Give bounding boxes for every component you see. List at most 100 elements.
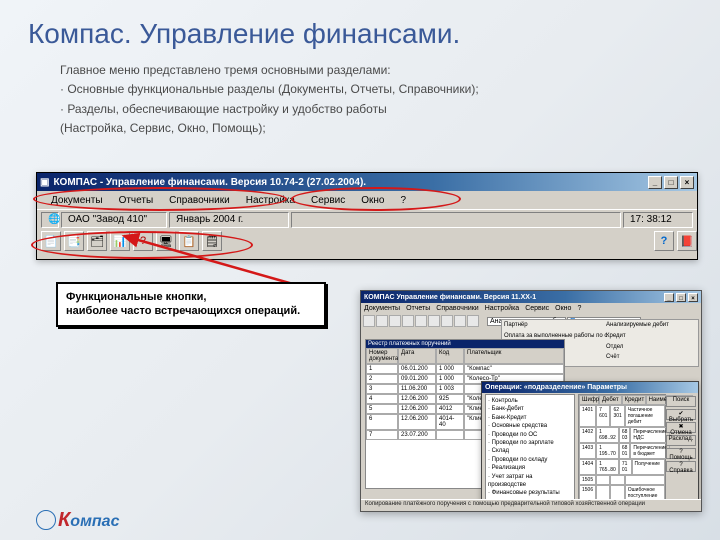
mini-menu-2[interactable]: Справочники (436, 305, 478, 312)
mini-sub-dialog: Операции: «подразделение» Параметры · Ко… (481, 381, 699, 509)
mini-tb-3[interactable] (389, 315, 401, 327)
menu-reports[interactable]: Отчеты (111, 193, 162, 208)
status-time: 17: 38:12 (623, 212, 693, 228)
menu-settings[interactable]: Настройка (238, 193, 303, 208)
lbl-account: Счёт (606, 354, 642, 364)
toolbar-btn-2[interactable]: 📑 (64, 231, 84, 251)
minimize-button[interactable]: _ (648, 176, 662, 189)
app-icon: ▣ (40, 177, 49, 188)
scol-credit[interactable]: Кредит (622, 395, 646, 405)
col-payer[interactable]: Плательщик (464, 348, 564, 364)
col-code[interactable]: Код (436, 348, 464, 364)
lbl-credit: Кредит (606, 333, 642, 343)
mini-tb-2[interactable] (376, 315, 388, 327)
slide-body: Главное меню представлено тремя основным… (0, 50, 720, 138)
main-app-window: ▣ КОМПАС - Управление финансами. Версия … (36, 172, 698, 260)
dialog-button[interactable]: Расклад. (666, 435, 696, 446)
dialog-button[interactable]: ? Помощь (666, 448, 696, 459)
toolbar-btn-6[interactable]: 🖥 (156, 231, 176, 251)
toolbar-help-icon[interactable]: ? (654, 231, 674, 251)
dialog-button[interactable]: ✖ Отмена (666, 422, 696, 433)
window-title: КОМПАС - Управление финансами. Версия 10… (53, 177, 366, 188)
toolbar-exit-icon[interactable]: 📕 (677, 231, 697, 251)
mini-menu-0[interactable]: Документы (364, 305, 400, 312)
tree-item[interactable]: · Основные средства (488, 422, 572, 430)
menu-service[interactable]: Сервис (303, 193, 353, 208)
mini-menu-3[interactable]: Настройка (485, 305, 519, 312)
table-row[interactable]: 1505 (579, 475, 665, 485)
tree-item[interactable]: · Проводки по складу (488, 456, 572, 464)
toolbar-btn-5[interactable]: ? (133, 231, 153, 251)
lbl-debit: Анализируемые дебит (606, 322, 642, 332)
toolbar-btn-8[interactable]: 🗒 (202, 231, 222, 251)
table-row[interactable]: 1508Комиссионное зачисление б (579, 511, 665, 512)
mini-sub-title: Операции: «подразделение» Параметры (485, 384, 627, 391)
mini-tb-4[interactable] (402, 315, 414, 327)
mini-menu-4[interactable]: Сервис (525, 305, 549, 312)
mini-grid-title: Реестр платежных поручений (366, 340, 564, 348)
menu-reference[interactable]: Справочники (161, 193, 238, 208)
dialog-button[interactable]: ✔ Выбрать (666, 409, 696, 420)
mini-tb-6[interactable] (428, 315, 440, 327)
tree-item[interactable]: · Проводки по ОС (488, 431, 572, 439)
tree-item[interactable]: · Реализация (488, 464, 572, 472)
table-row[interactable]: 14021 698..9268 03Перечисление НДС (579, 427, 665, 443)
status-bar: 🌐 ОАО "Завод 410" Январь 2004 г. 17: 38:… (37, 209, 697, 229)
tree-item[interactable]: · Финансовые результаты (488, 489, 572, 497)
mini-tb-5[interactable] (415, 315, 427, 327)
mini-tb-1[interactable] (363, 315, 375, 327)
mini-menubar: Документы Отчеты Справочники Настройка С… (361, 303, 701, 314)
tree-item[interactable]: · Проводки по зарплате (488, 439, 572, 447)
dialog-button[interactable]: ? Справка (666, 461, 696, 472)
callout-line-2: наиболее часто встречающихся операций. (66, 304, 316, 318)
secondary-screenshot: КОМПАС Управление финансами. Версия 11.X… (360, 290, 702, 512)
tree-item[interactable]: · Банк-Дебит (488, 405, 572, 413)
kompas-logo: Компас (36, 506, 119, 532)
titlebar: ▣ КОМПАС - Управление финансами. Версия … (37, 173, 697, 191)
mini-right-grid[interactable]: Шифр Дебет Кредит Наименование 14017 601… (578, 394, 666, 502)
maximize-button[interactable]: □ (664, 176, 678, 189)
callout-box: Функциональные кнопки, наиболее часто вс… (56, 282, 326, 327)
table-row[interactable]: 14017 60162 301Частичное погашение дебит (579, 405, 665, 427)
toolbar-btn-7[interactable]: 📋 (179, 231, 199, 251)
close-button[interactable]: × (680, 176, 694, 189)
mini-menu-5[interactable]: Окно (555, 305, 571, 312)
table-row[interactable]: 106.01.2001 000"Компас" (366, 364, 564, 374)
tree-item[interactable]: · Склад (488, 447, 572, 455)
mini-menu-6[interactable]: ? (577, 305, 581, 312)
table-row[interactable]: 14031 195..7068 01Перечисление в бюджет (579, 443, 665, 459)
tree-item[interactable]: · Банк-Кредит (488, 414, 572, 422)
mini-tb-7[interactable] (441, 315, 453, 327)
body-line-1: Главное меню представлено тремя основным… (60, 62, 680, 79)
mini-tb-9[interactable] (467, 315, 479, 327)
body-line-4: (Настройка, Сервис, Окно, Помощь); (60, 120, 680, 137)
scol-code[interactable]: Шифр (579, 395, 599, 405)
logo-orbit-icon (36, 510, 56, 530)
col-date[interactable]: Дата (398, 348, 436, 364)
menubar: Документы Отчеты Справочники Настройка С… (37, 191, 697, 209)
mini-tb-8[interactable] (454, 315, 466, 327)
mini-titlebar: КОМПАС Управление финансами. Версия 11.X… (361, 291, 701, 303)
body-bullet-2: · Разделы, обеспечивающие настройку и уд… (60, 101, 680, 118)
menu-help[interactable]: ? (392, 193, 414, 208)
mini-tree[interactable]: · Контроль· Банк-Дебит· Банк-Кредит· Осн… (485, 394, 575, 502)
table-row[interactable]: 14041 765..8071 01Получение (579, 459, 665, 475)
toolbar-btn-1[interactable]: 📄 (41, 231, 61, 251)
mini-sub-titlebar: Операции: «подразделение» Параметры (482, 382, 698, 393)
toolbar-btn-3[interactable]: 🗂 (87, 231, 107, 251)
status-globe-icon: 🌐 (41, 212, 59, 228)
dialog-button[interactable]: Поиск (666, 396, 696, 407)
scol-debit[interactable]: Дебет (599, 395, 622, 405)
callout-line-1: Функциональные кнопки, (66, 290, 316, 304)
tree-item[interactable]: · Контроль (488, 397, 572, 405)
col-num[interactable]: Номер документа (366, 348, 398, 364)
status-period: Январь 2004 г. (169, 212, 289, 228)
mini-menu-1[interactable]: Отчеты (406, 305, 430, 312)
slide-title: Компас. Управление финансами. (0, 0, 720, 50)
menu-window[interactable]: Окно (353, 193, 392, 208)
tree-item[interactable]: · Учет затрат на производстве (488, 473, 572, 490)
lbl-partner: Партнёр (504, 322, 544, 332)
toolbar-btn-4[interactable]: 📊 (110, 231, 130, 251)
mini-sub-buttons: Поиск ✔ Выбрать ✖ Отмена Расклад. ? Помощь ? … (666, 396, 696, 472)
menu-documents[interactable]: Документы (43, 193, 111, 208)
